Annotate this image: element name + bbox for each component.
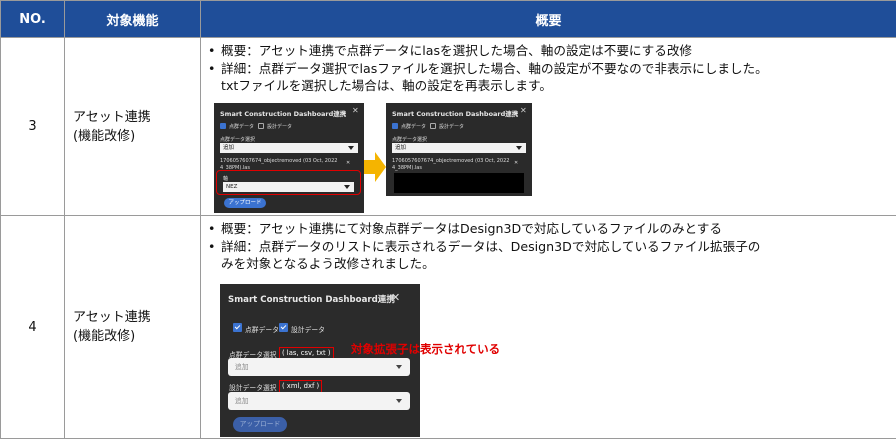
- overview-bullet: 概要：アセット連携にて対象点群データはDesign3Dで対応しているファイルのみ…: [207, 220, 892, 238]
- point-cloud-select-value: 追加: [395, 145, 407, 151]
- upload-button[interactable]: アップロード: [233, 417, 287, 432]
- function-name: アセット連携: [73, 109, 151, 125]
- point-cloud-select[interactable]: 追加: [220, 143, 358, 153]
- point-cloud-checkbox[interactable]: [392, 123, 398, 129]
- description-list: 概要：アセット連携にて対象点群データはDesign3Dで対応しているファイルのみ…: [207, 220, 892, 255]
- point-cloud-select-label: 点群データ選択: [220, 137, 256, 143]
- dialog-after-screenshot: Smart Construction Dashboard連携 ✕ 点群データ 設…: [386, 103, 532, 196]
- design-select-label: 設計データ選択: [229, 384, 277, 392]
- file-name-line1: 1706057607674_objectremoved (03 Oct, 202…: [392, 158, 510, 164]
- row-number: 3: [0, 37, 65, 216]
- design-data-checkbox[interactable]: [430, 123, 436, 129]
- dialog-title: Smart Construction Dashboard連携: [392, 110, 519, 118]
- point-cloud-select-placeholder: 追加: [235, 363, 249, 371]
- point-cloud-checkbox-label: 点群データ: [245, 326, 279, 334]
- chevron-down-icon: [516, 146, 522, 150]
- point-cloud-select[interactable]: 追加: [392, 143, 526, 153]
- remove-file-icon[interactable]: ✕: [514, 160, 518, 166]
- header-func: 対象機能: [64, 0, 201, 38]
- table-row: 4 アセット連携 (機能改修) 概要：アセット連携にて対象点群データはDesig…: [0, 215, 896, 439]
- point-cloud-checkbox[interactable]: [233, 323, 242, 332]
- design-select-placeholder: 追加: [235, 397, 249, 405]
- arrow-right-icon: [364, 152, 386, 182]
- dialog-extensions-screenshot: Smart Construction Dashboard連携 ✕ 点群データ 設…: [220, 284, 420, 437]
- function-cell: アセット連携 (機能改修): [64, 215, 201, 439]
- function-cell: アセット連携 (機能改修): [64, 37, 201, 216]
- design-data-checkbox-label: 設計データ: [439, 124, 465, 130]
- design-select[interactable]: 追加: [228, 392, 410, 410]
- close-icon[interactable]: ✕: [352, 106, 359, 115]
- detail-bullet: 詳細：点群データ選択でlasファイルを選択した場合、軸の設定が不要なので非表示に…: [207, 60, 892, 78]
- header-row: NO. 対象機能 概要: [0, 0, 896, 38]
- design-data-checkbox[interactable]: [258, 123, 264, 129]
- detail-continuation: みを対象となるよう改修されました。: [221, 256, 435, 271]
- row-number: 4: [0, 215, 65, 439]
- extensions-note: 対象拡張子は表示されている: [351, 342, 501, 356]
- design-data-checkbox-label: 設計データ: [291, 326, 325, 334]
- detail-bullet: 詳細：点群データのリストに表示されるデータは、Design3Dで対応しているファ…: [207, 238, 892, 256]
- dialog-before-screenshot: Smart Construction Dashboard連携 ✕ 点群データ 設…: [214, 103, 364, 213]
- point-cloud-select-value: 追加: [223, 145, 235, 151]
- close-icon[interactable]: ✕: [520, 106, 527, 115]
- upload-button[interactable]: アップロード: [224, 198, 266, 208]
- point-cloud-select[interactable]: 追加: [228, 358, 410, 376]
- spec-table: NO. 対象機能 概要 3 アセット連携 (機能改修) 概要：アセット連携で点群…: [0, 0, 896, 439]
- description-list: 概要：アセット連携で点群データにlasを選択した場合、軸の設定は不要にする改修 …: [207, 42, 892, 77]
- point-cloud-checkbox-label: 点群データ: [229, 124, 255, 130]
- file-name-line1: 1706057607674_objectremoved (03 Oct, 202…: [220, 158, 338, 164]
- close-icon[interactable]: ✕: [391, 291, 400, 304]
- dialog-title: Smart Construction Dashboard連携: [228, 295, 395, 305]
- header-desc: 概要: [200, 0, 896, 38]
- chevron-down-icon: [396, 399, 402, 403]
- chevron-down-icon: [396, 365, 402, 369]
- hidden-axis-area: [394, 173, 524, 193]
- point-cloud-checkbox-label: 点群データ: [401, 124, 427, 130]
- function-name: アセット連携: [73, 310, 151, 325]
- remove-file-icon[interactable]: ✕: [346, 160, 350, 166]
- detail-continuation: txtファイルを選択した場合は、軸の設定を再表示します。: [221, 78, 552, 93]
- point-cloud-checkbox[interactable]: [220, 123, 226, 129]
- dialog-title: Smart Construction Dashboard連携: [220, 110, 347, 118]
- function-type: (機能改修): [73, 128, 136, 144]
- header-no: NO.: [0, 0, 65, 38]
- function-type: (機能改修): [73, 329, 136, 344]
- design-data-checkbox[interactable]: [279, 323, 288, 332]
- point-cloud-select-label: 点群データ選択: [392, 137, 428, 143]
- design-data-checkbox-label: 設計データ: [267, 124, 293, 130]
- file-name-line2: 4_38PM).las: [392, 165, 422, 171]
- chevron-down-icon: [348, 146, 354, 150]
- overview-bullet: 概要：アセット連携で点群データにlasを選択した場合、軸の設定は不要にする改修: [207, 42, 892, 60]
- axis-highlight-box: [216, 170, 361, 195]
